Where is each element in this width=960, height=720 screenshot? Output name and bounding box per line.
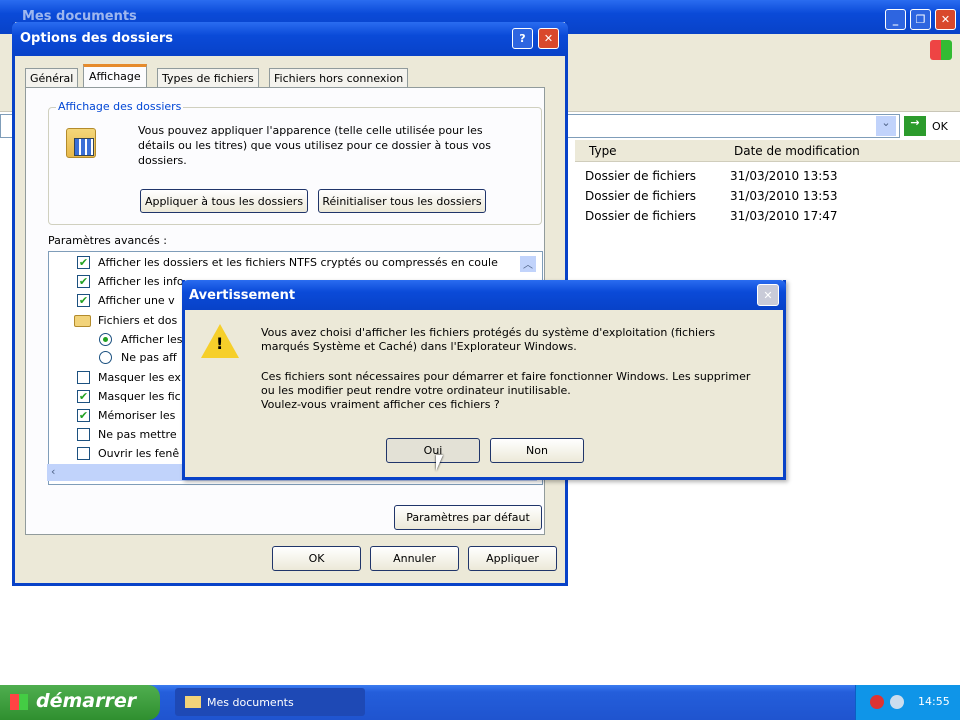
checkbox[interactable]: ✔ [77, 275, 90, 288]
checkbox[interactable]: ✔ [77, 256, 90, 269]
go-arrow-icon[interactable]: → [904, 116, 926, 136]
restore-button[interactable]: ❐ [910, 9, 931, 30]
checkbox[interactable] [77, 447, 90, 460]
radio[interactable] [99, 351, 112, 364]
checkbox[interactable]: ✔ [77, 294, 90, 307]
ok-button[interactable]: OK [272, 546, 361, 571]
advanced-item[interactable]: Masquer les ex [98, 371, 181, 384]
checkbox[interactable] [77, 428, 90, 441]
scroll-left-icon[interactable]: ‹ [51, 465, 55, 478]
help-button[interactable]: ? [512, 28, 533, 49]
file-list: Dossier de fichiers 31/03/2010 13:53 Doss… [585, 166, 838, 226]
tab-general[interactable]: Général [25, 68, 79, 88]
group-description: Vous pouvez appliquer l'apparence (telle… [138, 124, 492, 167]
checkbox[interactable]: ✔ [77, 390, 90, 403]
table-row[interactable]: Dossier de fichiers 31/03/2010 13:53 [585, 166, 838, 186]
advanced-item[interactable]: Afficher une v [98, 294, 175, 307]
advanced-item[interactable]: Ne pas aff [121, 351, 177, 364]
apply-all-folders-button[interactable]: Appliquer à tous les dossiers [140, 189, 308, 213]
mouse-cursor-icon [436, 455, 443, 471]
no-button[interactable]: Non [490, 438, 584, 463]
taskbar-item-mes-documents[interactable]: Mes documents [175, 688, 365, 716]
warning-title: Avertissement [189, 288, 296, 303]
checkbox[interactable]: ✔ [77, 409, 90, 422]
advanced-item[interactable]: Ouvrir les fenê [98, 447, 179, 460]
tab-affichage[interactable]: Affichage [83, 64, 147, 88]
advanced-item[interactable]: Masquer les fic [98, 390, 181, 403]
network-icon[interactable] [890, 695, 904, 709]
reset-all-folders-button[interactable]: Réinitialiser tous les dossiers [318, 189, 486, 213]
address-dropdown-icon[interactable]: ⌄ [876, 116, 896, 136]
warning-dialog: Avertissement ✕ ! Vous avez choisi d'aff… [182, 280, 786, 480]
warning-exclamation: ! [216, 334, 224, 353]
advanced-item: Fichiers et dos [98, 314, 178, 327]
close-button[interactable]: ✕ [935, 9, 956, 30]
column-header: Type Date de modification [575, 140, 960, 162]
warning-titlebar: Avertissement ✕ [182, 280, 786, 310]
dialog-titlebar: Options des dossiers ? ✕ [12, 22, 568, 56]
advanced-item[interactable]: Afficher les info [98, 275, 184, 288]
windows-logo-icon [930, 40, 952, 60]
group-title: Affichage des dossiers [56, 100, 184, 113]
advanced-item[interactable]: Ne pas mettre [98, 428, 177, 441]
table-row[interactable]: Dossier de fichiers 31/03/2010 17:47 [585, 206, 838, 226]
column-type[interactable]: Type [589, 144, 617, 158]
folder-icon [185, 696, 201, 708]
go-label[interactable]: OK [932, 120, 948, 133]
dialog-close-button[interactable]: ✕ [538, 28, 559, 49]
advanced-label: Paramètres avancés : [48, 234, 167, 247]
minimize-button[interactable]: _ [885, 9, 906, 30]
apply-button[interactable]: Appliquer [468, 546, 557, 571]
table-row[interactable]: Dossier de fichiers 31/03/2010 13:53 [585, 186, 838, 206]
advanced-item[interactable]: Mémoriser les [98, 409, 175, 422]
column-date[interactable]: Date de modification [734, 144, 860, 158]
folder-icon [74, 315, 91, 327]
clock[interactable]: 14:55 [918, 695, 950, 708]
taskbar: démarrer Mes documents 14:55 [0, 685, 960, 720]
radio-selected[interactable] [99, 333, 112, 346]
dialog-title: Options des dossiers [20, 31, 173, 46]
windows-flag-icon [10, 694, 28, 710]
system-tray: 14:55 [855, 685, 960, 720]
folder-view-icon [66, 128, 96, 158]
tab-types[interactable]: Types de fichiers [157, 68, 259, 88]
scroll-up-icon[interactable]: ︿ [520, 256, 536, 272]
warning-close-button[interactable]: ✕ [757, 284, 779, 306]
tab-offline[interactable]: Fichiers hors connexion [269, 68, 409, 88]
start-button[interactable]: démarrer [0, 685, 160, 720]
advanced-item[interactable]: Afficher les dossiers et les fichiers NT… [98, 256, 498, 269]
checkbox[interactable] [77, 371, 90, 384]
warning-message: Vous avez choisi d'afficher les fichiers… [261, 326, 751, 411]
yes-button[interactable]: Oui [386, 438, 480, 463]
cancel-button[interactable]: Annuler [370, 546, 459, 571]
advanced-item[interactable]: Afficher les [121, 333, 183, 346]
restore-defaults-button[interactable]: Paramètres par défaut [394, 505, 542, 530]
security-alert-icon[interactable] [870, 695, 884, 709]
start-label: démarrer [36, 690, 137, 712]
